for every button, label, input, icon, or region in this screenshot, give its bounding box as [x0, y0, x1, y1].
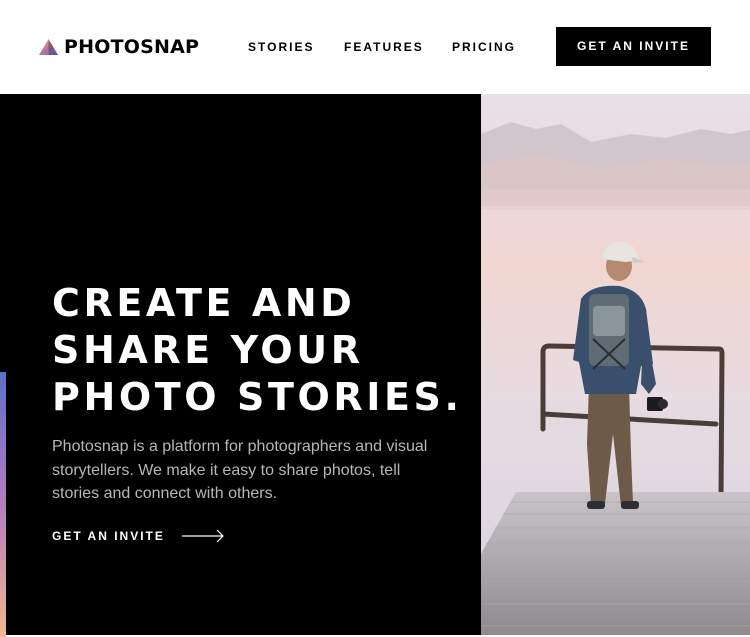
headline-line: PHOTO STORIES. [52, 375, 463, 419]
nav-link-pricing[interactable]: PRICING [452, 40, 516, 54]
logo-triangle-icon [39, 39, 58, 55]
headline-line: CREATE AND [52, 281, 356, 325]
man-on-pier-photo-icon [481, 94, 750, 635]
get-invite-button[interactable]: GET AN INVITE [556, 27, 711, 66]
accent-gradient-bar [0, 372, 6, 637]
hero-cta-label: GET AN INVITE [52, 529, 165, 543]
headline-line: SHARE YOUR [52, 328, 364, 372]
logo[interactable]: PHOTOSNAP [39, 36, 199, 58]
logo-text: PHOTOSNAP [64, 36, 200, 58]
site-header: PHOTOSNAP STORIES FEATURES PRICING GET A… [0, 0, 750, 94]
arrow-right-icon [181, 529, 224, 543]
hero-description: Photosnap is a platform for photographer… [52, 438, 428, 502]
nav-link-stories[interactable]: STORIES [248, 40, 314, 54]
hero-headline: CREATE AND SHARE YOUR PHOTO STORIES. [52, 280, 472, 421]
nav-link-features[interactable]: FEATURES [344, 40, 424, 54]
hero-get-invite-link[interactable]: GET AN INVITE [52, 527, 225, 545]
hero-photo [481, 94, 750, 635]
